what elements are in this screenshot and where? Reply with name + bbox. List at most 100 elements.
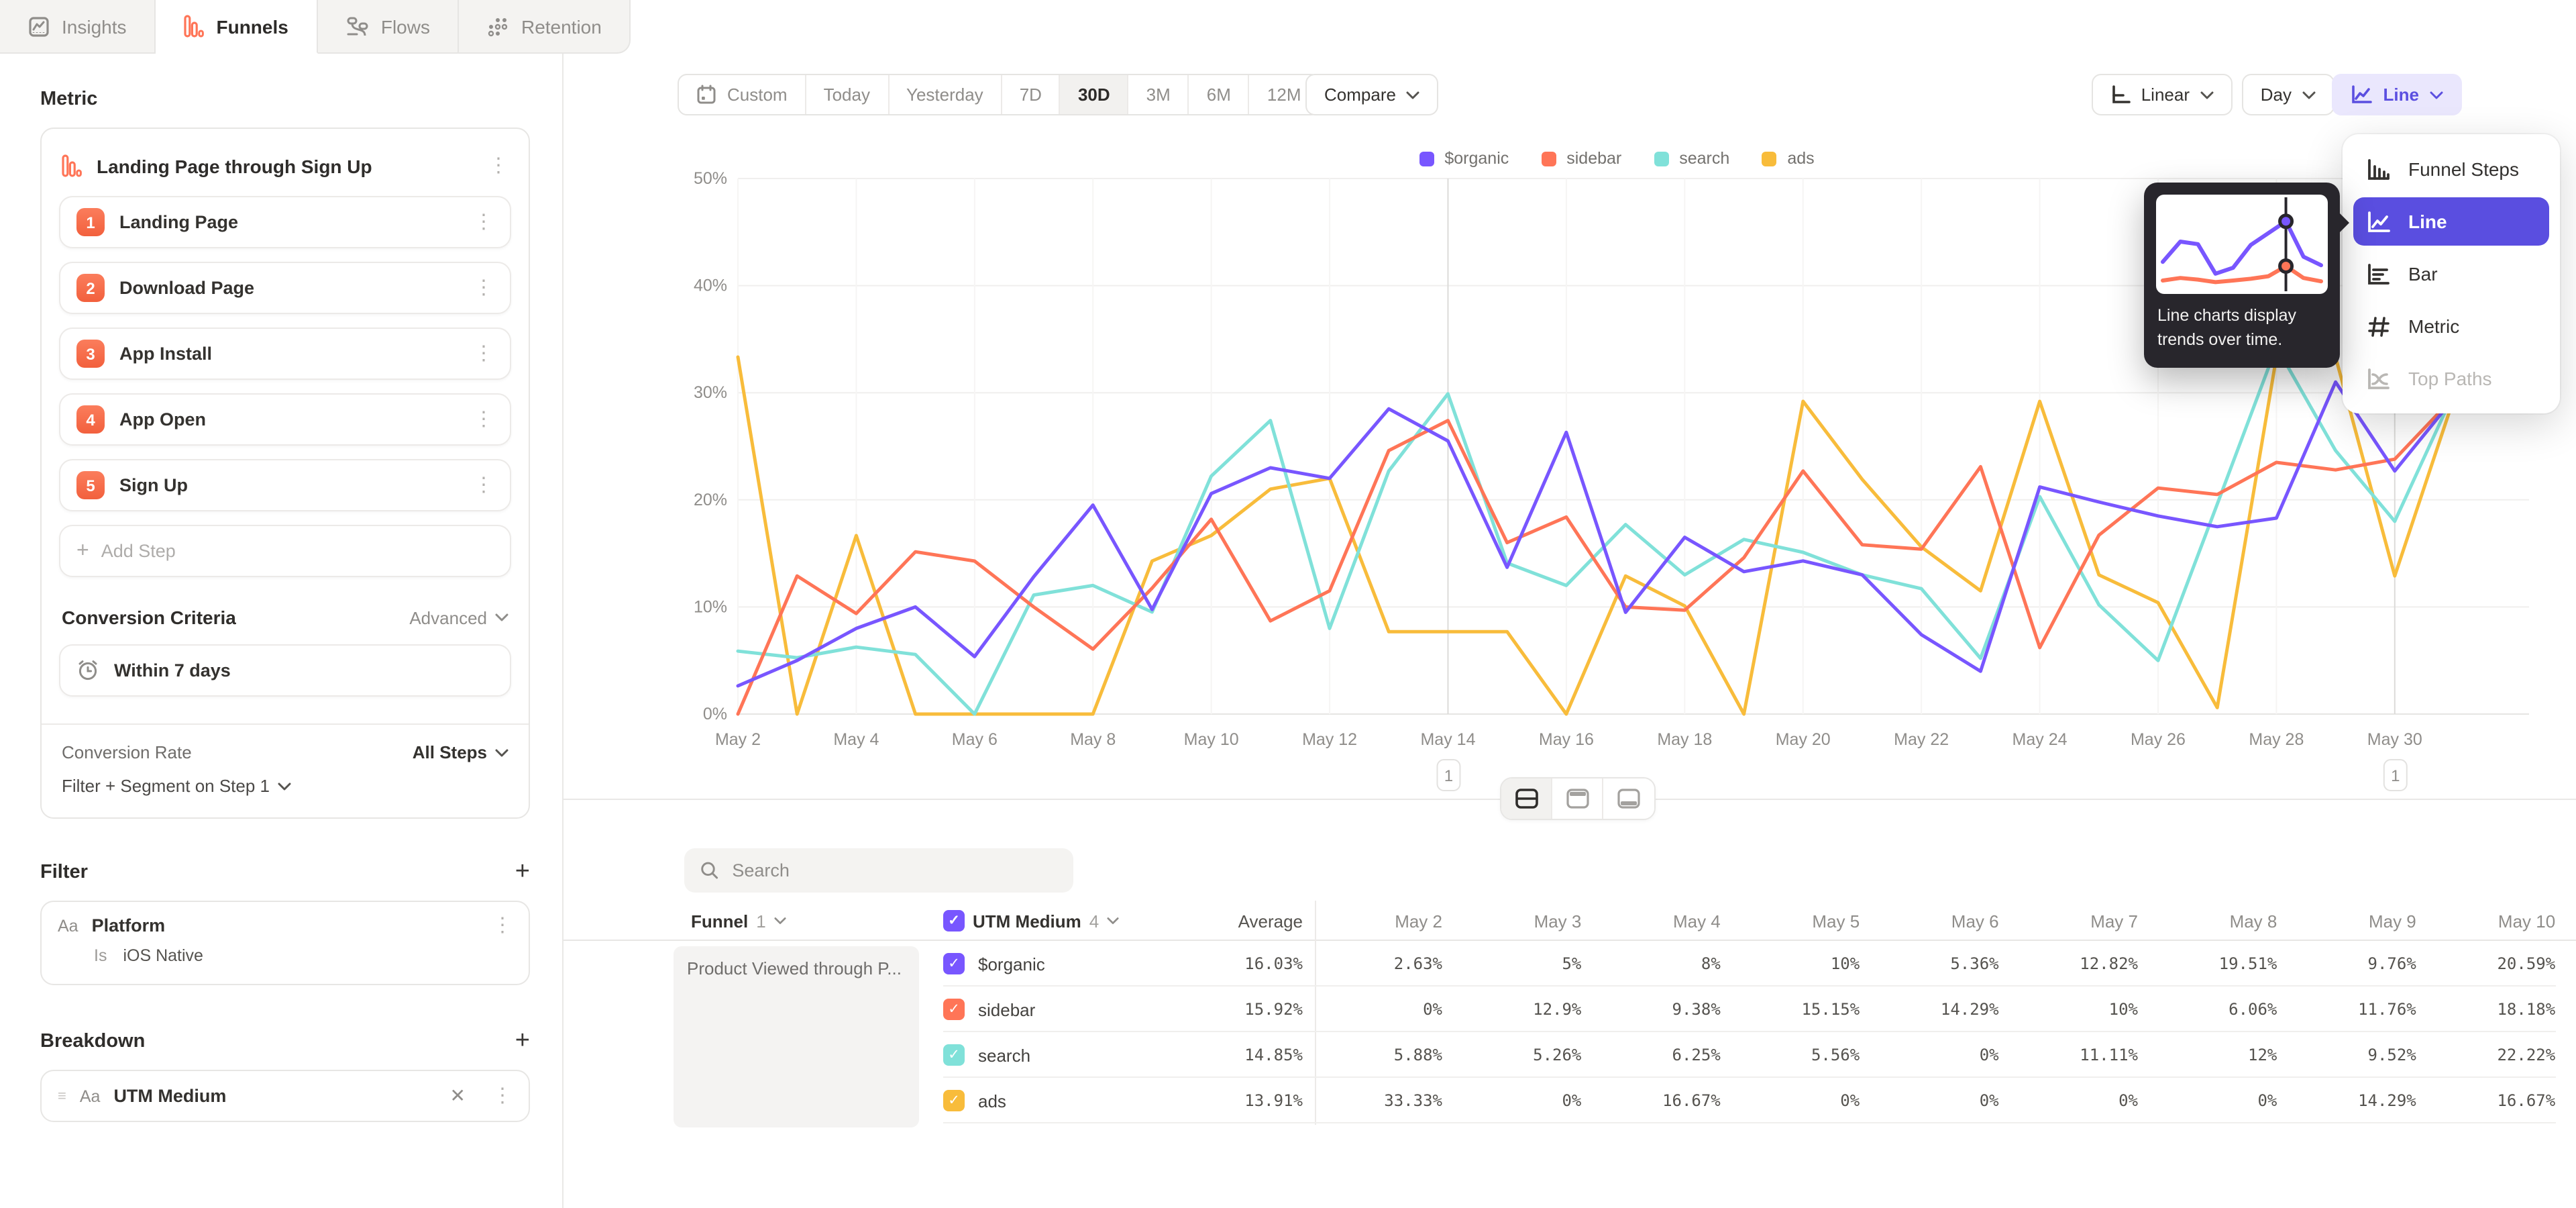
breakdown-card[interactable]: ≡ Aa UTM Medium ✕ ⋮ bbox=[40, 1070, 530, 1122]
value-cell: 0% bbox=[1732, 1078, 1860, 1123]
value-cell: 0% bbox=[1872, 1032, 1999, 1078]
average-value-cell: 14.85% bbox=[1142, 1032, 1303, 1078]
menu-item-metric[interactable]: Metric bbox=[2353, 302, 2549, 350]
tab-retention[interactable]: Retention bbox=[460, 0, 631, 54]
segment-checkbox[interactable]: ✓ bbox=[943, 1044, 965, 1066]
date-column-header: May 10 bbox=[2428, 901, 2555, 941]
funnel-step[interactable]: 1Landing Page⋮ bbox=[59, 196, 511, 248]
filter-card[interactable]: Aa Platform ⋮ Is iOS Native bbox=[40, 901, 530, 985]
chevron-down-icon bbox=[495, 613, 508, 621]
legend-item[interactable]: sidebar bbox=[1541, 149, 1621, 168]
value-cell: 12% bbox=[2149, 1032, 2277, 1078]
range-button-3m[interactable]: 3M bbox=[1129, 75, 1189, 114]
svg-text:May 6: May 6 bbox=[952, 730, 998, 749]
segment-checkbox[interactable]: ✓ bbox=[943, 999, 965, 1020]
funnel-steps-list: 1Landing Page⋮2Download Page⋮3App Instal… bbox=[59, 196, 511, 511]
scale-dropdown[interactable]: Linear bbox=[2092, 74, 2233, 115]
filter-value[interactable]: iOS Native bbox=[123, 946, 203, 965]
filter-section-label: Filter bbox=[40, 861, 88, 883]
step-kebab-icon[interactable]: ⋮ bbox=[474, 282, 494, 294]
segment-checkbox[interactable]: ✓ bbox=[943, 1090, 965, 1111]
value-cell: 15.15% bbox=[1732, 987, 1860, 1032]
filter-property: Platform bbox=[92, 915, 479, 936]
filter-operator[interactable]: Is bbox=[94, 946, 107, 965]
step-kebab-icon[interactable]: ⋮ bbox=[474, 479, 494, 491]
date-column-header: May 3 bbox=[1454, 901, 1581, 941]
svg-text:1: 1 bbox=[1444, 767, 1453, 785]
chart-type-dropdown[interactable]: Line bbox=[2332, 74, 2462, 115]
step-label: App Install bbox=[119, 344, 459, 364]
layout-table-only-button[interactable] bbox=[1603, 778, 1654, 819]
search-input[interactable] bbox=[732, 860, 1057, 880]
value-cell: 0% bbox=[1315, 987, 1442, 1032]
conversion-window-button[interactable]: Within 7 days bbox=[59, 644, 511, 697]
menu-item-line[interactable]: Line bbox=[2353, 197, 2549, 246]
add-filter-button[interactable]: + bbox=[515, 859, 530, 885]
layout-chart-only-button[interactable] bbox=[1552, 778, 1603, 819]
date-column-header: May 8 bbox=[2149, 901, 2277, 941]
add-breakdown-button[interactable]: + bbox=[515, 1028, 530, 1054]
funnel-steps-icon bbox=[2367, 158, 2391, 181]
conversion-window-label: Within 7 days bbox=[114, 660, 494, 681]
range-button-custom[interactable]: Custom bbox=[679, 75, 806, 114]
svg-text:May 28: May 28 bbox=[2249, 730, 2304, 749]
step-kebab-icon[interactable]: ⋮ bbox=[474, 348, 494, 360]
date-column-header: May 9 bbox=[2289, 901, 2416, 941]
step-kebab-icon[interactable]: ⋮ bbox=[474, 413, 494, 425]
tab-funnels[interactable]: Funnels bbox=[156, 0, 318, 54]
segment-name-cell: ✓search bbox=[943, 1032, 1030, 1078]
value-cell: 10% bbox=[1732, 941, 1860, 987]
svg-text:May 24: May 24 bbox=[2012, 730, 2068, 749]
range-button-today[interactable]: Today bbox=[806, 75, 889, 114]
remove-breakdown-icon[interactable]: ✕ bbox=[450, 1085, 466, 1107]
legend-item[interactable]: ads bbox=[1762, 149, 1814, 168]
line-chart-icon bbox=[2367, 210, 2391, 233]
segment-checkbox[interactable]: ✓ bbox=[943, 953, 965, 974]
range-button-yesterday[interactable]: Yesterday bbox=[889, 75, 1002, 114]
table-search[interactable] bbox=[684, 848, 1073, 893]
funnel-step[interactable]: 5Sign Up⋮ bbox=[59, 459, 511, 511]
step-label: Landing Page bbox=[119, 212, 459, 232]
metric-icon bbox=[2367, 315, 2391, 338]
breakdown-column-dropdown[interactable]: ✓ UTM Medium 4 bbox=[943, 901, 1119, 941]
add-step-button[interactable]: + Add Step bbox=[59, 525, 511, 577]
funnel-step-cell[interactable]: Product Viewed through P... bbox=[674, 946, 919, 1127]
svg-text:May 2: May 2 bbox=[715, 730, 761, 749]
funnel-column-dropdown[interactable]: Funnel 1 bbox=[691, 901, 786, 941]
legend-item[interactable]: search bbox=[1654, 149, 1729, 168]
step-kebab-icon[interactable]: ⋮ bbox=[474, 216, 494, 228]
table-header: Funnel 1 ✓ UTM Medium 4 Average May 2May… bbox=[564, 901, 2576, 941]
menu-item-bar[interactable]: Bar bbox=[2353, 250, 2549, 298]
filter-kebab-icon[interactable]: ⋮ bbox=[492, 919, 513, 932]
clock-icon bbox=[76, 659, 99, 682]
tab-insights[interactable]: Insights bbox=[0, 0, 156, 54]
svg-text:May 18: May 18 bbox=[1657, 730, 1712, 749]
menu-item-funnel-steps[interactable]: Funnel Steps bbox=[2353, 145, 2549, 193]
advanced-dropdown[interactable]: Advanced bbox=[409, 607, 508, 627]
segment-name-cell: ✓ads bbox=[943, 1078, 1006, 1123]
drag-handle-icon[interactable]: ≡ bbox=[58, 1088, 66, 1104]
value-cell: 9.52% bbox=[2289, 1032, 2416, 1078]
filter-segment-step-dropdown[interactable]: Filter + Segment on Step 1 bbox=[59, 762, 511, 817]
range-button-30d[interactable]: 30D bbox=[1061, 75, 1129, 114]
select-all-checkbox[interactable]: ✓ bbox=[943, 910, 965, 932]
metric-kebab-icon[interactable]: ⋮ bbox=[488, 160, 508, 172]
tab-flows[interactable]: Flows bbox=[318, 0, 460, 54]
tab-label: Funnels bbox=[217, 15, 288, 37]
all-steps-dropdown[interactable]: All Steps bbox=[413, 742, 508, 762]
svg-text:May 14: May 14 bbox=[1420, 730, 1475, 749]
funnel-step[interactable]: 3App Install⋮ bbox=[59, 328, 511, 380]
funnel-step[interactable]: 4App Open⋮ bbox=[59, 393, 511, 446]
svg-text:20%: 20% bbox=[694, 491, 727, 509]
average-column-header[interactable]: Average bbox=[1142, 901, 1303, 941]
value-cell: 10% bbox=[2010, 987, 2138, 1032]
compare-button[interactable]: Compare bbox=[1305, 74, 1439, 115]
range-button-7d[interactable]: 7D bbox=[1002, 75, 1061, 114]
legend-item[interactable]: $organic bbox=[1419, 149, 1509, 168]
range-button-6m[interactable]: 6M bbox=[1189, 75, 1250, 114]
layout-split-button[interactable] bbox=[1501, 778, 1552, 819]
breakdown-kebab-icon[interactable]: ⋮ bbox=[492, 1090, 513, 1102]
granularity-dropdown[interactable]: Day bbox=[2242, 74, 2334, 115]
legend-swatch bbox=[1541, 151, 1556, 166]
funnel-step[interactable]: 2Download Page⋮ bbox=[59, 262, 511, 314]
